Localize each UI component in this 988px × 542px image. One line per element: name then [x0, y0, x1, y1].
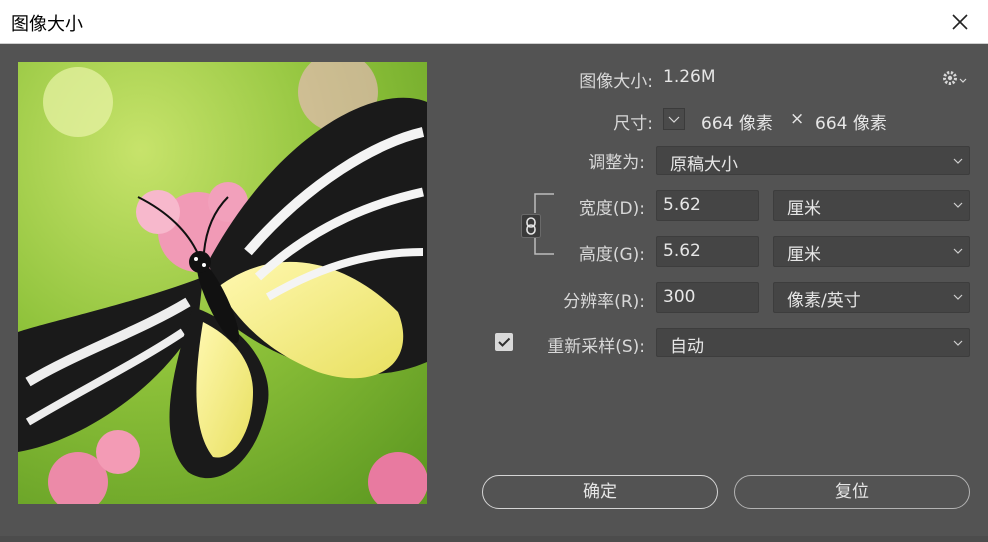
height-unit-value: 厘米 [787, 245, 821, 265]
pixel-height-value: 664 像素 [815, 114, 887, 134]
width-value: 5.62 [663, 195, 701, 215]
width-unit-select[interactable]: 厘米 [773, 190, 970, 221]
resolution-input[interactable]: 300 [656, 282, 759, 313]
image-size-value: 1.26M [663, 67, 716, 87]
resolution-value: 300 [663, 287, 696, 307]
pixel-width-value: 664 像素 [701, 114, 773, 134]
height-unit-select[interactable]: 厘米 [773, 236, 970, 267]
fit-to-value: 原稿大小 [670, 155, 738, 175]
fit-to-select[interactable]: 原稿大小 [656, 146, 970, 175]
title-bar: 图像大小 [0, 0, 988, 44]
butterfly-preview-image [18, 62, 427, 504]
close-icon[interactable] [946, 8, 974, 36]
reset-button[interactable]: 复位 [734, 475, 970, 509]
fit-to-label: 调整为: [588, 153, 645, 173]
height-label: 高度(G): [578, 245, 645, 265]
width-label: 宽度(D): [578, 199, 645, 219]
resample-select[interactable]: 自动 [656, 328, 970, 357]
resolution-label: 分辨率(R): [563, 292, 645, 312]
bottom-edge [0, 536, 988, 542]
width-unit-value: 厘米 [787, 199, 821, 219]
chevron-down-icon [953, 340, 963, 346]
checkmark-icon [498, 337, 511, 347]
times-sign: × [790, 109, 805, 129]
chevron-down-icon [953, 294, 963, 300]
resolution-unit-value: 像素/英寸 [787, 291, 861, 311]
link-chain-icon[interactable] [521, 214, 541, 238]
resample-value: 自动 [670, 337, 704, 357]
dimensions-unit-dropdown[interactable] [663, 108, 685, 130]
gear-icon[interactable] [942, 68, 968, 88]
resample-checkbox[interactable] [495, 333, 513, 351]
chevron-down-icon [668, 116, 680, 123]
image-preview[interactable] [18, 62, 427, 504]
dimensions-label: 尺寸: [613, 114, 653, 134]
image-size-label: 图像大小: [579, 72, 653, 92]
chevron-down-icon [953, 158, 963, 164]
chevron-down-icon [953, 248, 963, 254]
chevron-down-icon [953, 202, 963, 208]
ok-button[interactable]: 确定 [482, 475, 718, 509]
width-input[interactable]: 5.62 [656, 190, 759, 221]
resolution-unit-select[interactable]: 像素/英寸 [773, 282, 970, 313]
height-input[interactable]: 5.62 [656, 236, 759, 267]
height-value: 5.62 [663, 241, 701, 261]
resample-label: 重新采样(S): [547, 337, 645, 357]
window-title: 图像大小 [11, 14, 83, 35]
